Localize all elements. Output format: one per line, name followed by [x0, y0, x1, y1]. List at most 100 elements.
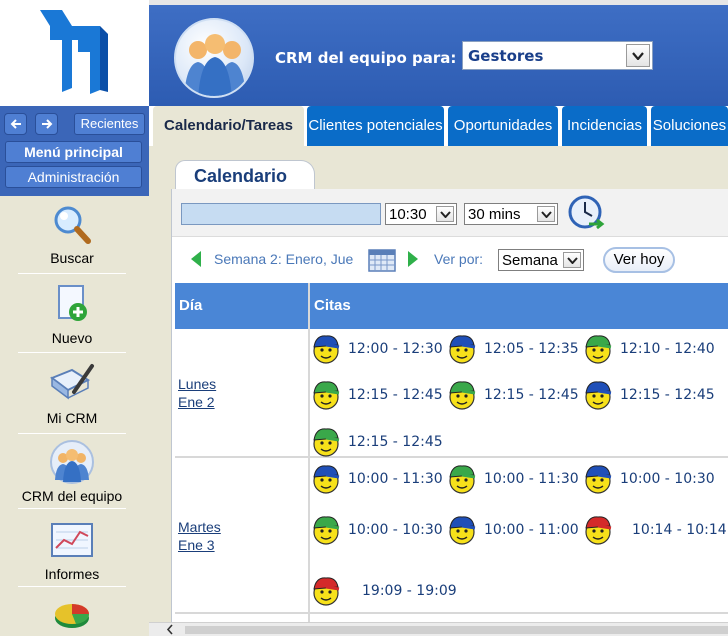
chevron-down-icon[interactable]: [436, 206, 454, 222]
recent-button[interactable]: Recientes: [74, 113, 145, 135]
sidebar-item-buscar[interactable]: Buscar: [16, 202, 128, 266]
time-dropdown-value: 10:30: [389, 205, 427, 223]
view-by-dropdown-value: Semana: [502, 251, 558, 269]
day-link-date[interactable]: Ene 3: [178, 537, 215, 553]
appointment-time: 10:00 - 10:30: [348, 522, 443, 538]
appointment-item[interactable]: 12:05 - 12:35: [448, 333, 579, 365]
chevron-down-icon[interactable]: [563, 252, 581, 268]
appointments-table: Día Citas Lunes Ene 2 12:00 - 12:30 12:05…: [175, 283, 728, 636]
appointment-item[interactable]: 12:10 - 12:40: [584, 333, 715, 365]
tab-soluciones[interactable]: Soluciones: [651, 106, 728, 146]
appointment-item[interactable]: 10:00 - 10:30: [312, 514, 443, 546]
day-link-date[interactable]: Ene 2: [178, 394, 215, 410]
sidebar-item-nuevo[interactable]: Nuevo: [16, 282, 128, 346]
team-dropdown-value: Gestores: [468, 46, 544, 65]
team-people-icon: [174, 18, 254, 98]
divider: [18, 273, 126, 274]
tab-oportunidades[interactable]: Oportunidades: [448, 106, 558, 146]
column-divider: [308, 283, 310, 636]
appointment-item[interactable]: 19:09 - 19:09: [312, 575, 457, 607]
tab-clientes-potenciales[interactable]: Clientes potenciales: [307, 106, 444, 146]
view-by-dropdown[interactable]: Semana: [498, 249, 584, 271]
administration-button[interactable]: Administración: [5, 166, 142, 188]
clock-add-icon[interactable]: [567, 194, 607, 234]
appointment-item[interactable]: 12:15 - 12:45: [312, 379, 443, 411]
view-by-label: Ver por:: [434, 251, 484, 267]
appointment-item[interactable]: 10:00 - 11:30: [312, 463, 443, 495]
day-cell-tuesday: Martes Ene 3: [175, 458, 308, 614]
red-cap-smiley-icon: [312, 575, 340, 607]
main-menu-button[interactable]: Menú principal: [5, 141, 142, 163]
today-button[interactable]: Ver hoy: [603, 247, 675, 273]
chevron-down-icon[interactable]: [626, 44, 650, 67]
sidebar-item-crm-equipo[interactable]: CRM del equipo: [16, 440, 128, 504]
calendar-picker-icon[interactable]: [368, 248, 396, 272]
sidebar-item-label: Mi CRM: [46, 410, 98, 426]
blue-cap-smiley-icon: [448, 333, 476, 365]
scroll-left-icon[interactable]: [165, 623, 175, 636]
appointment-item[interactable]: 10:00 - 11:00: [448, 514, 579, 546]
appointment-item[interactable]: 10:00 - 10:30: [584, 463, 715, 495]
appointment-time: 10:00 - 10:30: [620, 471, 715, 487]
main-tabs: Calendario/Tareas Clientes potenciales O…: [149, 106, 728, 146]
green-cap-smiley-icon: [312, 514, 340, 546]
appointment-time: 12:15 - 12:45: [348, 387, 443, 403]
event-subject-input[interactable]: [181, 203, 381, 225]
appointment-item[interactable]: 12:15 - 12:45: [448, 379, 579, 411]
week-navigation: Semana 2: Enero, Jue Ver por: Semana Ver…: [172, 238, 728, 283]
sidebar-item-mi-crm[interactable]: Mi CRM: [16, 362, 128, 426]
sidebar: Recientes Menú principal Administración …: [0, 106, 149, 636]
pie-chart-icon: [48, 594, 96, 640]
appointment-time: 10:00 - 11:30: [484, 471, 579, 487]
appointment-time: 12:15 - 12:45: [484, 387, 579, 403]
team-crm-label: CRM del equipo para:: [275, 49, 457, 67]
company-logo: [0, 0, 149, 106]
appointment-item[interactable]: 12:15 - 12:45: [312, 426, 443, 458]
team-dropdown[interactable]: Gestores: [462, 41, 653, 70]
appointment-item[interactable]: 12:15 - 12:45: [584, 379, 715, 411]
divider: [18, 433, 126, 434]
calendar-title: Calendario: [175, 160, 315, 190]
appointment-item[interactable]: 10:14 - 10:14: [584, 514, 727, 546]
sidebar-item-dashboard[interactable]: [16, 594, 128, 640]
appointment-item[interactable]: 12:00 - 12:30: [312, 333, 443, 365]
magnifier-icon: [48, 202, 96, 248]
day-link-name[interactable]: Lunes: [178, 376, 216, 392]
appointment-time: 12:00 - 12:30: [348, 341, 443, 357]
back-arrow-icon[interactable]: [4, 113, 27, 135]
forward-arrow-icon[interactable]: [35, 113, 58, 135]
divider: [18, 508, 126, 509]
chevron-down-icon[interactable]: [537, 206, 555, 222]
next-week-icon[interactable]: [406, 250, 420, 268]
appointment-time: 19:09 - 19:09: [362, 583, 457, 599]
sidebar-item-informes[interactable]: Informes: [16, 518, 128, 582]
calendar-content: Calendario 10:30 30 mins Semana 2: Enero…: [149, 146, 728, 636]
horizontal-scrollbar[interactable]: [149, 622, 728, 636]
tab-calendario-tareas[interactable]: Calendario/Tareas: [153, 106, 304, 146]
day-cell-monday: Lunes Ene 2: [175, 329, 308, 458]
notebook-pen-icon: [48, 362, 96, 408]
tab-incidencias[interactable]: Incidencias: [562, 106, 647, 146]
green-cap-smiley-icon: [312, 379, 340, 411]
green-cap-smiley-icon: [448, 379, 476, 411]
time-dropdown[interactable]: 10:30: [385, 203, 457, 225]
new-document-icon: [48, 282, 96, 328]
green-cap-smiley-icon: [584, 333, 612, 365]
app-header: CRM del equipo para: Gestores: [149, 0, 728, 106]
divider: [18, 586, 126, 587]
previous-week-icon[interactable]: [189, 250, 203, 268]
blue-cap-smiley-icon: [312, 333, 340, 365]
divider: [18, 352, 126, 353]
appointment-item[interactable]: 10:00 - 11:30: [448, 463, 579, 495]
chart-report-icon: [48, 518, 96, 564]
sidebar-item-label: Informes: [44, 566, 100, 582]
appointment-time: 10:14 - 10:14: [632, 522, 727, 538]
sidebar-item-label: CRM del equipo: [21, 488, 123, 504]
scrollbar-thumb[interactable]: [185, 626, 728, 634]
sidebar-nav-bar: Recientes Menú principal Administración: [0, 106, 149, 196]
red-cap-smiley-icon: [584, 514, 612, 546]
duration-dropdown[interactable]: 30 mins: [464, 203, 558, 225]
appointment-time: 10:00 - 11:00: [484, 522, 579, 538]
row-divider: [175, 612, 728, 614]
day-link-name[interactable]: Martes: [178, 519, 221, 535]
